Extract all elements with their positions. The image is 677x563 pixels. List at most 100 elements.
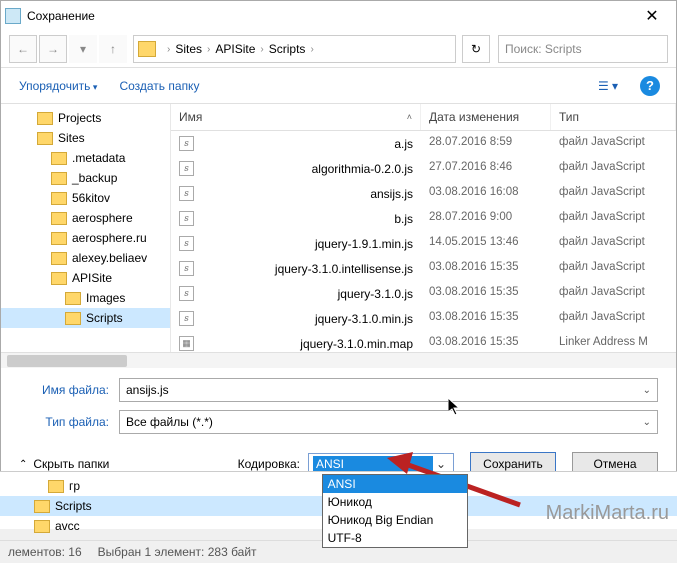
tree-item[interactable]: alexey.beliaev (1, 248, 170, 268)
file-icon: 𝑠 (179, 161, 194, 176)
tree-item[interactable]: Scripts (1, 308, 170, 328)
encoding-value: ANSI (313, 456, 433, 472)
tree-item-label: alexey.beliaev (72, 251, 147, 265)
file-name: ansijs.js (370, 187, 413, 201)
new-folder-button[interactable]: Создать папку (117, 75, 201, 97)
file-row[interactable]: 𝑠algorithmia-0.2.0.js27.07.2016 8:46файл… (171, 156, 676, 181)
breadcrumb-segment[interactable]: Sites (175, 42, 202, 56)
file-icon: 𝑠 (179, 286, 194, 301)
file-row[interactable]: 𝑠a.js28.07.2016 8:59файл JavaScript (171, 131, 676, 156)
file-row[interactable]: 𝑠b.js28.07.2016 9:00файл JavaScript (171, 206, 676, 231)
breadcrumb-segment[interactable]: Scripts (269, 42, 306, 56)
filetype-value: Все файлы (*.*) (126, 415, 213, 429)
search-placeholder: Поиск: Scripts (505, 42, 582, 56)
tree-item[interactable]: APISite (1, 268, 170, 288)
file-icon: 𝑠 (179, 236, 194, 251)
item-count: лементов: 16 (8, 545, 82, 559)
breadcrumb[interactable]: › Sites › APISite › Scripts › (133, 35, 456, 63)
encoding-option[interactable]: Юникод (323, 493, 467, 511)
tree-item-label: Scripts (86, 311, 123, 325)
folder-icon (65, 312, 81, 325)
file-row[interactable]: 𝑠jquery-3.1.0.js03.08.2016 15:35файл Jav… (171, 281, 676, 306)
encoding-option[interactable]: UTF-8 (323, 529, 467, 547)
breadcrumb-segment[interactable]: APISite (215, 42, 255, 56)
horizontal-scrollbar[interactable] (1, 352, 676, 368)
filename-input[interactable]: ansijs.js ⌄ (119, 378, 658, 402)
column-date[interactable]: Дата изменения (421, 104, 551, 130)
file-icon: 𝑠 (179, 186, 194, 201)
view-options-button[interactable]: ☰ ▾ (594, 74, 622, 98)
file-type: файл JavaScript (551, 134, 676, 153)
tree-item-label: Projects (58, 111, 101, 125)
nav-up-button[interactable]: ↑ (99, 35, 127, 63)
file-date: 14.05.2015 13:46 (421, 234, 551, 253)
main-area: Projects Sites .metadata_backup56kitov aero… (1, 104, 676, 352)
tree-item[interactable]: Projects (1, 108, 170, 128)
tree-item-label: Sites (58, 131, 85, 145)
file-name: jquery-3.1.0.intellisense.js (275, 262, 413, 276)
file-date: 28.07.2016 9:00 (421, 209, 551, 228)
folder-icon (65, 292, 81, 305)
organize-menu[interactable]: Упорядочить (17, 75, 99, 97)
help-button[interactable]: ? (640, 76, 660, 96)
folder-icon (51, 232, 67, 245)
tree-item[interactable]: .metadata (1, 148, 170, 168)
file-type: Linker Address M (551, 334, 676, 352)
nav-forward-button[interactable]: → (39, 35, 67, 63)
column-name[interactable]: Имя ˄ (171, 104, 421, 130)
file-date: 03.08.2016 15:35 (421, 284, 551, 303)
file-name: jquery-3.1.0.min.js (315, 312, 413, 326)
tree-item[interactable]: _backup (1, 168, 170, 188)
column-type[interactable]: Тип (551, 104, 676, 130)
file-row[interactable]: 𝑠 jquery-1.9.1.min.js 14.05.2015 13:46файл… (171, 231, 676, 256)
file-name: jquery-1.9.1.min.js (315, 237, 413, 251)
folder-icon (51, 272, 67, 285)
file-date: 03.08.2016 16:08 (421, 184, 551, 203)
save-dialog-icon (5, 8, 21, 24)
file-type: файл JavaScript (551, 184, 676, 203)
encoding-option[interactable]: ANSI (323, 475, 467, 493)
window-title: Сохранение (27, 9, 632, 23)
encoding-dropdown[interactable]: ANSIЮникодЮникод Big EndianUTF-8 (322, 474, 468, 548)
file-icon: ▦ (179, 336, 194, 351)
folder-icon (37, 132, 53, 145)
tree-item-label: Images (86, 291, 125, 305)
hide-folders-toggle[interactable]: ⌃ Скрыть папки (19, 457, 109, 471)
filetype-input[interactable]: Все файлы (*.*) ⌄ (119, 410, 658, 434)
tree-item[interactable]: Sites (1, 128, 170, 148)
file-row[interactable]: 𝑠 ansijs.js 03.08.2016 16:08файл JavaScrip… (171, 181, 676, 206)
filename-value: ansijs.js (126, 383, 169, 397)
search-input[interactable]: Поиск: Scripts (498, 35, 668, 63)
file-list-header: Имя ˄ Дата изменения Тип (171, 104, 676, 131)
nav-back-button[interactable]: ← (9, 35, 37, 63)
encoding-option[interactable]: Юникод Big Endian (323, 511, 467, 529)
tree-item[interactable]: aerosphere (1, 208, 170, 228)
tree-item-label: aerosphere (72, 211, 133, 225)
file-type: файл JavaScript (551, 159, 676, 178)
nav-recent-button[interactable]: ▾ (69, 35, 97, 63)
save-dialog: Сохранение ✕ ← → ▾ ↑ › Sites › APISite ›… (0, 0, 677, 491)
tree-item[interactable]: aerosphere.ru (1, 228, 170, 248)
file-name: jquery-3.1.0.js (338, 287, 413, 301)
folder-icon (51, 172, 67, 185)
file-list[interactable]: Имя ˄ Дата изменения Тип 𝑠a.js28.07.2016… (171, 104, 676, 352)
file-row[interactable]: ▦jquery-3.1.0.min.map03.08.2016 15:35Lin… (171, 331, 676, 352)
refresh-button[interactable]: ↻ (462, 35, 490, 63)
folder-icon (34, 500, 50, 513)
folder-icon (51, 212, 67, 225)
file-row[interactable]: 𝑠jquery-3.1.0.intellisense.js03.08.2016 … (171, 256, 676, 281)
file-name: jquery-3.1.0.min.map (300, 337, 413, 351)
filename-label: Имя файла: (19, 383, 119, 397)
folder-tree[interactable]: Projects Sites .metadata_backup56kitov aero… (1, 104, 171, 352)
close-button[interactable]: ✕ (632, 6, 672, 26)
file-name: a.js (394, 137, 413, 151)
file-type: файл JavaScript (551, 234, 676, 253)
sort-caret-icon: ˄ (407, 112, 412, 122)
selection-info: Выбран 1 элемент: 283 байт (98, 545, 257, 559)
file-row[interactable]: 𝑠jquery-3.1.0.min.js03.08.2016 15:35файл… (171, 306, 676, 331)
tree-item[interactable]: Images (1, 288, 170, 308)
chevron-right-icon: › (167, 44, 170, 55)
tree-item[interactable]: 56kitov (1, 188, 170, 208)
titlebar: Сохранение ✕ (1, 1, 676, 31)
folder-icon (51, 252, 67, 265)
